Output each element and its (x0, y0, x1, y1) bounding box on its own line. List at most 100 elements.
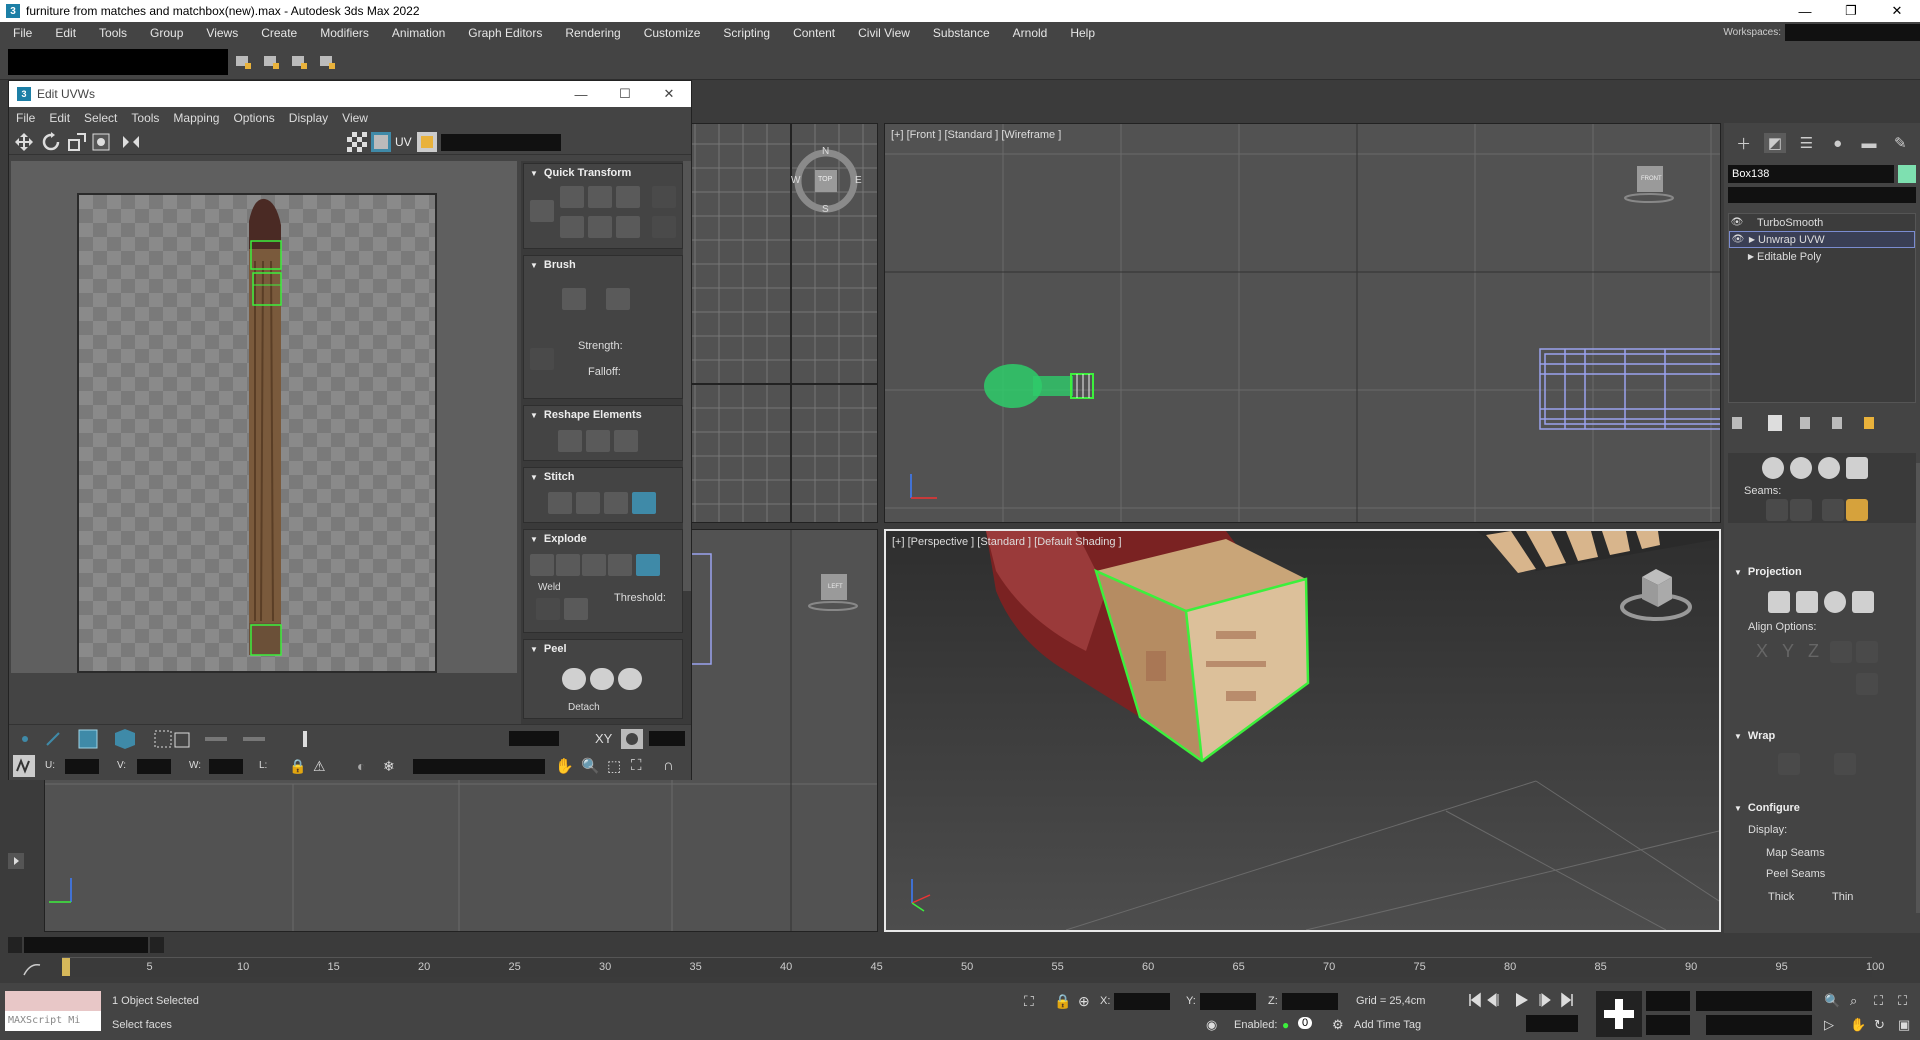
named-selection-field[interactable] (8, 49, 228, 75)
v-field[interactable] (137, 759, 171, 774)
best-align-icon[interactable] (1830, 641, 1852, 663)
menu-substance[interactable]: Substance (920, 26, 1000, 40)
rotate-icon[interactable] (41, 132, 61, 152)
cylindrical-map-icon[interactable] (1796, 591, 1818, 613)
viewcube-top[interactable]: N S W E TOP (791, 146, 862, 216)
viewport-front[interactable]: [+] [Front ] [Standard ] [Wireframe ] FR… (884, 123, 1721, 523)
quick-transform-header[interactable]: ▼ Quick Transform (524, 164, 682, 182)
layer-select-icon[interactable] (290, 53, 310, 71)
brush-icon[interactable]: ⚠ (313, 758, 326, 775)
reset-peel-icon[interactable] (618, 668, 642, 690)
lock-icon[interactable]: 🔒 (289, 758, 306, 775)
explode-header[interactable]: ▼ Explode (524, 530, 682, 548)
pelt-icon[interactable] (1818, 457, 1840, 479)
quick-peel-icon[interactable] (1790, 457, 1812, 479)
minimize-button[interactable]: — (1782, 0, 1828, 22)
menu-group[interactable]: Group (137, 26, 193, 40)
maxscript-input[interactable]: MAXScript Mi (5, 1011, 101, 1031)
show-map-icon[interactable] (371, 132, 391, 152)
align-z-button[interactable]: Z (1808, 641, 1819, 662)
checker-pattern-icon[interactable] (347, 132, 367, 152)
quick-peel-icon[interactable] (562, 668, 586, 690)
falloff-curve-icon[interactable] (530, 348, 554, 370)
menu-arnold[interactable]: Arnold (1000, 26, 1058, 40)
selection-set-dropdown[interactable] (1706, 1015, 1812, 1035)
scale-icon[interactable] (67, 132, 87, 152)
align-to-edge-icon[interactable] (560, 216, 584, 238)
workspaces-dropdown[interactable] (1785, 24, 1920, 41)
stitch-header[interactable]: ▼ Stitch (524, 468, 682, 486)
menu-rendering[interactable]: Rendering (552, 26, 630, 40)
hierarchy-tab-icon[interactable]: ☰ (1795, 133, 1817, 153)
menu-customize[interactable]: Customize (631, 26, 711, 40)
menu-civil-view[interactable]: Civil View (845, 26, 920, 40)
relax-icon[interactable] (1846, 457, 1868, 479)
isolate-icon[interactable]: ⛶ (1024, 993, 1034, 1010)
x-coord-field[interactable] (1114, 993, 1170, 1010)
front-viewport-label[interactable]: [+] [Front ] [Standard ] [Wireframe ] (891, 129, 1061, 141)
seams-to-edge-sel-icon[interactable] (1846, 499, 1868, 521)
align-x-button[interactable]: X (1756, 641, 1768, 662)
peel-header[interactable]: ▼ Peel (524, 640, 682, 658)
brush-header[interactable]: ▼ Brush (524, 256, 682, 274)
stitch-custom-icon[interactable] (548, 492, 572, 514)
zoom-all-icon[interactable]: ⌕ (1850, 993, 1857, 1009)
zoom-icon[interactable]: 🔍 (581, 757, 600, 775)
menu-animation[interactable]: Animation (379, 26, 455, 40)
close-button[interactable]: ✕ (1874, 0, 1920, 22)
space-icon[interactable] (652, 186, 676, 208)
display-tab-icon[interactable]: ▬ (1858, 133, 1880, 153)
field-of-view-icon[interactable]: ▷ (1824, 1017, 1834, 1033)
detach-edge-icon[interactable] (636, 554, 660, 576)
thick-radio[interactable]: Thick (1768, 891, 1794, 903)
uvw-panel-scrollbar[interactable] (683, 161, 691, 591)
align-horizontal-icon[interactable] (560, 186, 584, 208)
command-panel-scrollbar[interactable] (1916, 463, 1920, 913)
zoom-extents-icon[interactable]: ⛶ (1874, 993, 1883, 1009)
weld-selected-icon[interactable] (536, 598, 560, 620)
freeform-icon[interactable] (91, 132, 111, 152)
stack-item-unwrap-uvw[interactable]: 👁 ▶ Unwrap UVW (1729, 231, 1915, 248)
unfold-strip-icon[interactable] (1834, 753, 1856, 775)
set-key-field[interactable] (1646, 1015, 1690, 1035)
reset-gizmo-icon[interactable] (1856, 673, 1878, 695)
edit-uvws-titlebar[interactable]: 3 Edit UVWs — ☐ ✕ (9, 81, 691, 107)
menu-graph-editors[interactable]: Graph Editors (455, 26, 552, 40)
motion-tab-icon[interactable]: ● (1827, 133, 1849, 153)
distribute-icon[interactable] (652, 216, 676, 238)
menu-modifiers[interactable]: Modifiers (307, 26, 379, 40)
menu-create[interactable]: Create (248, 26, 307, 40)
menu-file[interactable]: File (0, 26, 42, 40)
snap-icon[interactable]: ∩ (663, 757, 674, 774)
weld-target-icon[interactable] (564, 598, 588, 620)
w-field[interactable] (209, 759, 243, 774)
uvw-menu-view[interactable]: View (335, 111, 375, 125)
eye-icon[interactable]: 👁 (1730, 234, 1746, 245)
uvw-maximize-button[interactable]: ☐ (603, 81, 647, 107)
timeline-right-arrow[interactable] (150, 937, 164, 953)
zoom-icon[interactable]: 🔍 (1824, 993, 1840, 1009)
flatten-icon[interactable] (530, 554, 554, 576)
menu-help[interactable]: Help (1057, 26, 1105, 40)
zoom-extents-icon[interactable]: ⛶ (631, 757, 642, 774)
soft-selection-field[interactable] (509, 731, 559, 746)
stitch-source-icon[interactable] (576, 492, 600, 514)
break-icon[interactable] (608, 554, 632, 576)
object-name-field[interactable]: Box138 (1728, 165, 1894, 183)
time-tag-icon[interactable]: ⚙ (1332, 1017, 1344, 1033)
time-marker[interactable] (62, 958, 70, 976)
uvw-close-button[interactable]: ✕ (647, 81, 691, 107)
pan-icon[interactable]: ✋ (555, 757, 574, 775)
menu-tools[interactable]: Tools (86, 26, 137, 40)
time-slider[interactable] (24, 937, 148, 953)
maximize-button[interactable]: ❐ (1828, 0, 1874, 22)
uvw-minimize-button[interactable]: — (559, 81, 603, 107)
eye-icon[interactable]: 👁 (1729, 217, 1745, 228)
selection-lock-icon[interactable]: 🔒 (1054, 993, 1071, 1010)
point-to-point-seams-icon[interactable] (1790, 499, 1812, 521)
perspective-viewport-label[interactable]: [+] [Perspective ] [Standard ] [Default … (892, 536, 1122, 548)
map-seams-checkbox[interactable]: Map Seams (1766, 847, 1825, 859)
uvw-menu-mapping[interactable]: Mapping (166, 111, 226, 125)
expand-arrow-icon[interactable] (8, 853, 24, 869)
maxscript-output[interactable] (5, 991, 101, 1011)
